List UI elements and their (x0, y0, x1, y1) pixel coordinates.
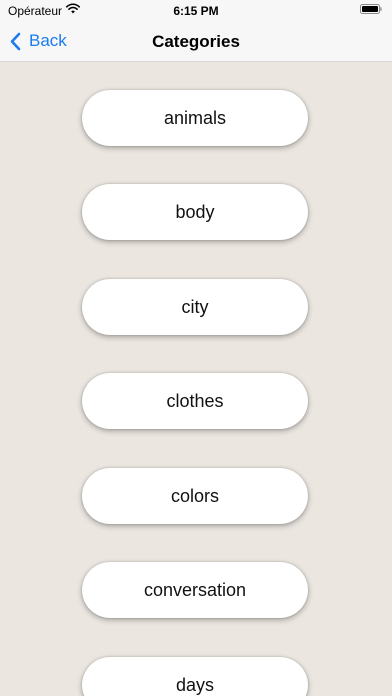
category-button-colors[interactable]: colors (82, 468, 308, 524)
page-title: Categories (152, 32, 240, 51)
navigation-bar: Back Categories (0, 22, 392, 60)
top-bar: Opérateur 6:15 PM Back Categories (0, 0, 392, 62)
status-bar: Opérateur 6:15 PM (0, 0, 392, 22)
status-time: 6:15 PM (173, 4, 219, 18)
category-list: animals body city clothes colors convers… (0, 62, 392, 696)
category-button-clothes[interactable]: clothes (82, 373, 308, 429)
category-button-body[interactable]: body (82, 184, 308, 240)
category-button-animals[interactable]: animals (82, 90, 308, 146)
battery-icon (360, 4, 382, 14)
category-button-days[interactable]: days (82, 657, 308, 696)
category-button-conversation[interactable]: conversation (82, 562, 308, 618)
category-button-city[interactable]: city (82, 279, 308, 335)
